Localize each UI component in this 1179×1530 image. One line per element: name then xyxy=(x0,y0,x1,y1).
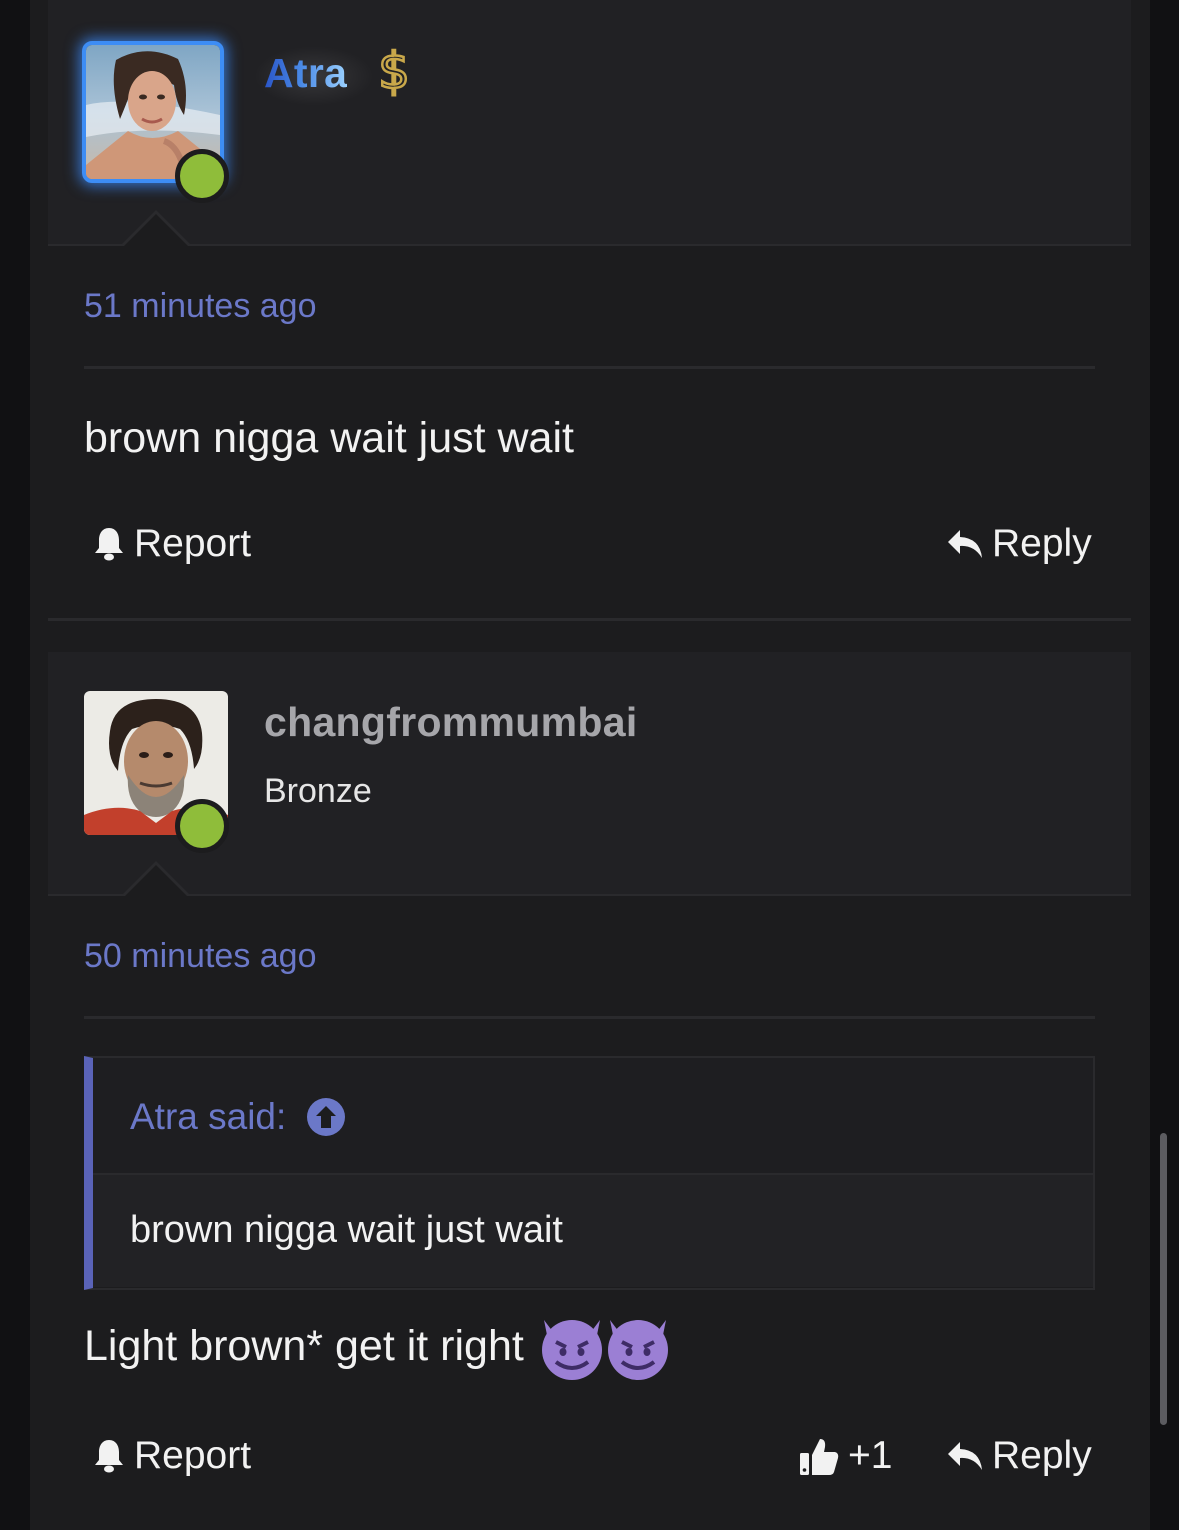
online-status-indicator xyxy=(175,149,229,203)
reply-label: Reply xyxy=(992,522,1092,565)
reply-button[interactable]: Reply xyxy=(946,522,1092,566)
user-title: Bronze xyxy=(264,772,372,810)
quote-attribution: Atra said: xyxy=(130,1096,287,1137)
reply-icon xyxy=(948,1442,982,1470)
quote-block: Atra said: brown nigga wait just wait xyxy=(84,1056,1095,1290)
post-timestamp[interactable]: 50 minutes ago xyxy=(84,937,317,976)
reply-icon xyxy=(948,530,982,558)
post-divider xyxy=(84,1016,1095,1019)
quote-attribution-link[interactable]: Atra said: xyxy=(130,1096,346,1138)
report-button[interactable]: Report xyxy=(92,1434,251,1478)
header-notch-fill xyxy=(124,214,188,246)
svg-text:$: $ xyxy=(378,42,410,98)
post-timestamp[interactable]: 51 minutes ago xyxy=(84,287,317,326)
post-header: changfrommumbai Bronze xyxy=(48,652,1131,896)
username[interactable]: changfrommumbai xyxy=(264,699,638,746)
arrow-up-circle-icon[interactable] xyxy=(306,1097,346,1137)
like-count: +1 xyxy=(848,1434,893,1477)
post-message: Light brown* get it right xyxy=(84,1310,678,1382)
dollar-icon: $ xyxy=(377,42,411,98)
quote-header: Atra said: xyxy=(93,1058,1093,1175)
post-message-text: Light brown* get it right xyxy=(84,1321,524,1370)
username[interactable]: Atra xyxy=(264,50,347,97)
report-button[interactable]: Report xyxy=(92,522,251,566)
bell-icon xyxy=(95,1440,123,1473)
reply-label: Reply xyxy=(992,1434,1092,1477)
post-divider xyxy=(84,366,1095,369)
post-header: Atra $ xyxy=(48,0,1131,246)
header-notch-fill xyxy=(124,865,188,897)
report-label: Report xyxy=(134,522,252,565)
report-label: Report xyxy=(134,1434,252,1477)
quote-text: brown nigga wait just wait xyxy=(130,1209,563,1251)
quote-body: brown nigga wait just wait xyxy=(93,1175,1093,1287)
scrollbar[interactable] xyxy=(1160,1133,1167,1425)
thumbs-up-icon xyxy=(800,1439,839,1475)
post-separator xyxy=(48,618,1131,621)
smiling-devil-icon xyxy=(541,1320,668,1380)
smiling-devil-emoji xyxy=(538,1310,678,1382)
post-message: brown nigga wait just wait xyxy=(84,414,574,462)
reply-button[interactable]: Reply xyxy=(946,1434,1092,1478)
bell-icon xyxy=(95,528,123,561)
like-button[interactable]: +1 xyxy=(798,1434,892,1478)
online-status-indicator xyxy=(175,799,229,853)
